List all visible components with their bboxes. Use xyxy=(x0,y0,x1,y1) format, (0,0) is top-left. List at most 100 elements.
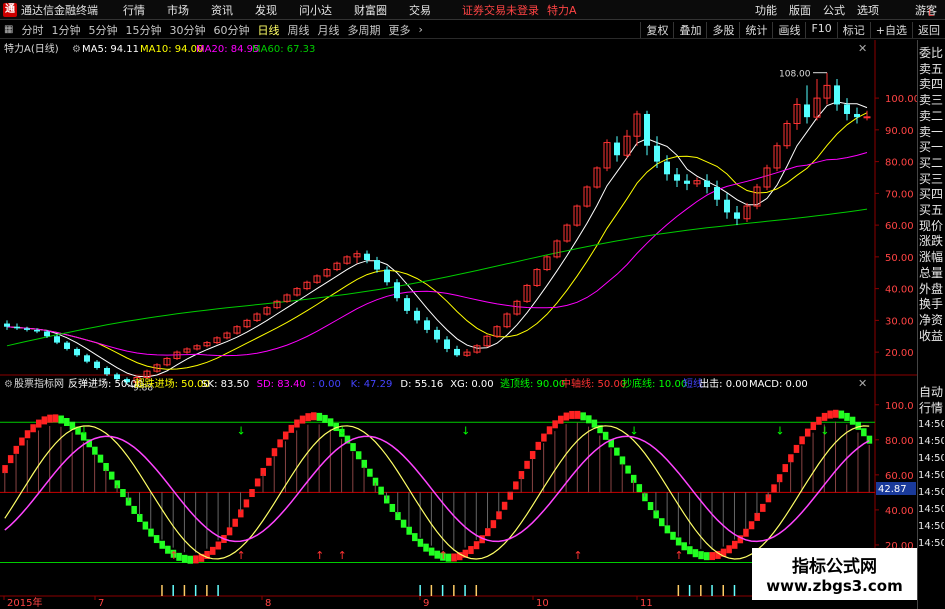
indicator-current-value: 42.87 xyxy=(878,484,907,495)
ind-block xyxy=(546,426,553,435)
menu-jiaoyi[interactable]: 交易 xyxy=(409,2,431,18)
period-multi[interactable]: 多周期 xyxy=(347,22,380,38)
ind-block xyxy=(327,418,334,427)
ma60-label: MA60: 67.33 xyxy=(252,44,315,55)
ind-block xyxy=(288,424,295,433)
candle-body xyxy=(14,326,20,329)
tool-zixuan[interactable]: +自选 xyxy=(869,21,912,38)
tool-diejia[interactable]: 叠加 xyxy=(673,21,706,38)
ind-block xyxy=(226,527,233,536)
menu-zixun[interactable]: 资讯 xyxy=(211,2,233,18)
panel-close-icon[interactable]: ✕ xyxy=(858,42,867,55)
quote-side-panel: L 委比 卖五 卖四 卖三 卖二 卖一 买一 买二 买三 买四 买五 现价 涨跌 涨幅 总量 外盘 换手 净资 收益… xyxy=(917,8,945,609)
indicator-label: MACD: 0.00 xyxy=(749,379,808,390)
indicator-label: SD: 83.40 xyxy=(257,379,306,390)
main-y-label: 50.00 xyxy=(885,253,914,264)
candle-body xyxy=(444,339,450,349)
main-y-label: 30.00 xyxy=(885,316,914,327)
ind-block xyxy=(209,546,216,555)
indicator-label: 中轴线: 50.00 xyxy=(561,377,626,390)
ind-block xyxy=(311,412,317,421)
x-label: 10 xyxy=(536,598,549,609)
menu-faxian[interactable]: 发现 xyxy=(255,2,277,18)
settings-gear-icon[interactable]: ⚙ xyxy=(72,44,81,55)
ma5-label: MA5: 94.11 xyxy=(82,44,139,55)
period-5min[interactable]: 5分钟 xyxy=(88,22,117,38)
menu-banmian[interactable]: 版面 xyxy=(789,2,811,18)
ind-block xyxy=(866,435,873,444)
ind-block xyxy=(64,418,70,427)
grid-icon[interactable]: ▦ xyxy=(4,24,13,35)
candle-body xyxy=(44,331,50,337)
period-30min[interactable]: 30分钟 xyxy=(169,22,205,38)
side-item: 委比 xyxy=(918,46,943,60)
ind-block xyxy=(299,415,306,424)
ind-block xyxy=(535,441,542,450)
tool-duogu[interactable]: 多股 xyxy=(706,21,739,38)
ind-block xyxy=(703,552,710,561)
indicator-label: 逃顶线: 90.00 xyxy=(500,377,565,390)
menu-shichang[interactable]: 市场 xyxy=(167,2,189,18)
main-y-label: 100.00 xyxy=(885,94,920,105)
watermark-logo: 指标公式网 www.zbgs3.com xyxy=(752,548,917,600)
menu-gongshi[interactable]: 公式 xyxy=(823,2,845,18)
tool-fanhui[interactable]: 返回 xyxy=(912,21,945,38)
ind-block xyxy=(378,486,384,495)
ma20-label: MA20: 84.95 xyxy=(196,44,259,55)
menu-xuanxiang[interactable]: 选项 xyxy=(857,2,879,18)
ind-block xyxy=(782,464,788,473)
indicator-label: 超跌进场: 50.00 xyxy=(135,377,210,390)
indicator-gear-icon[interactable]: ⚙ xyxy=(4,379,13,390)
menu-wenxiaoda[interactable]: 问小达 xyxy=(299,2,332,18)
menu-caifuquan[interactable]: 财富圈 xyxy=(354,2,387,18)
ind-block xyxy=(41,416,48,425)
menu-hangqing[interactable]: 行情 xyxy=(123,2,145,18)
period-monthly[interactable]: 月线 xyxy=(317,22,339,38)
candle-body xyxy=(684,180,690,184)
period-daily[interactable]: 日线 xyxy=(257,22,279,38)
buy-arrow-icon: ↑ xyxy=(674,549,683,562)
main-y-label: 80.00 xyxy=(885,158,914,169)
tool-biaoji[interactable]: 标记 xyxy=(836,21,870,38)
x-label: 11 xyxy=(640,598,653,609)
tool-tongji[interactable]: 统计 xyxy=(739,21,772,38)
app-title: 通达信金融终端 xyxy=(21,3,98,17)
period-1min[interactable]: 1分钟 xyxy=(51,22,80,38)
candle-body xyxy=(644,113,650,146)
period-15min[interactable]: 15分钟 xyxy=(125,22,161,38)
period-fenshi[interactable]: 分时 xyxy=(21,22,43,38)
x-label: 2015年 xyxy=(7,596,42,609)
ind-block xyxy=(490,520,497,529)
tool-huaxian[interactable]: 画线 xyxy=(772,21,805,38)
ind-block xyxy=(563,412,570,421)
indicator-close-icon[interactable]: ✕ xyxy=(858,377,867,390)
menu-gongneng[interactable]: 功能 xyxy=(755,2,777,18)
ind-block xyxy=(552,420,558,429)
main-y-label: 40.00 xyxy=(885,285,914,296)
period-more[interactable]: 更多 xyxy=(388,22,410,38)
candle-body xyxy=(74,348,80,356)
side-lower-item[interactable]: 行情 xyxy=(918,400,944,416)
kline-chart[interactable]: 特力A(日线) ⚙ MA5: 94.11 MA10: 94.00 MA20: 8… xyxy=(0,40,945,609)
right-menu-group: 功能 版面 公式 选项 游客 xyxy=(749,2,945,18)
side-items: 委比 卖五 卖四 卖三 卖二 卖一 买一 买二 买三 买四 买五 现价 涨跌 涨幅 总量 外盘 换手 净资 收益 xyxy=(918,40,945,344)
sell-arrow-icon: ↓ xyxy=(79,425,88,438)
more-chevron-icon[interactable]: › xyxy=(418,23,422,36)
tool-fuquan[interactable]: 复权 xyxy=(640,21,673,38)
period-weekly[interactable]: 周线 xyxy=(287,22,309,38)
side-lower-item[interactable]: 自动 xyxy=(918,384,944,400)
watermark-title: 指标公式网 xyxy=(792,557,877,577)
indicator-label: 抄底线: 10.00 xyxy=(622,377,687,390)
ind-block xyxy=(181,554,188,563)
ind-block xyxy=(670,531,676,540)
candle-body xyxy=(104,368,110,375)
ind-block xyxy=(108,471,115,480)
ind-block xyxy=(428,547,435,556)
period-toolbar: ▦ 分时 1分钟 5分钟 15分钟 30分钟 60分钟 日线 周线 月线 多周期… xyxy=(0,21,945,39)
x-label: 7 xyxy=(98,598,104,609)
period-60min[interactable]: 60分钟 xyxy=(213,22,249,38)
ind-block xyxy=(97,454,104,463)
trade-login-warning[interactable]: 证券交易未登录 xyxy=(462,2,539,18)
tool-f10[interactable]: F10 xyxy=(805,21,836,38)
main-y-label: 20.00 xyxy=(885,348,914,359)
